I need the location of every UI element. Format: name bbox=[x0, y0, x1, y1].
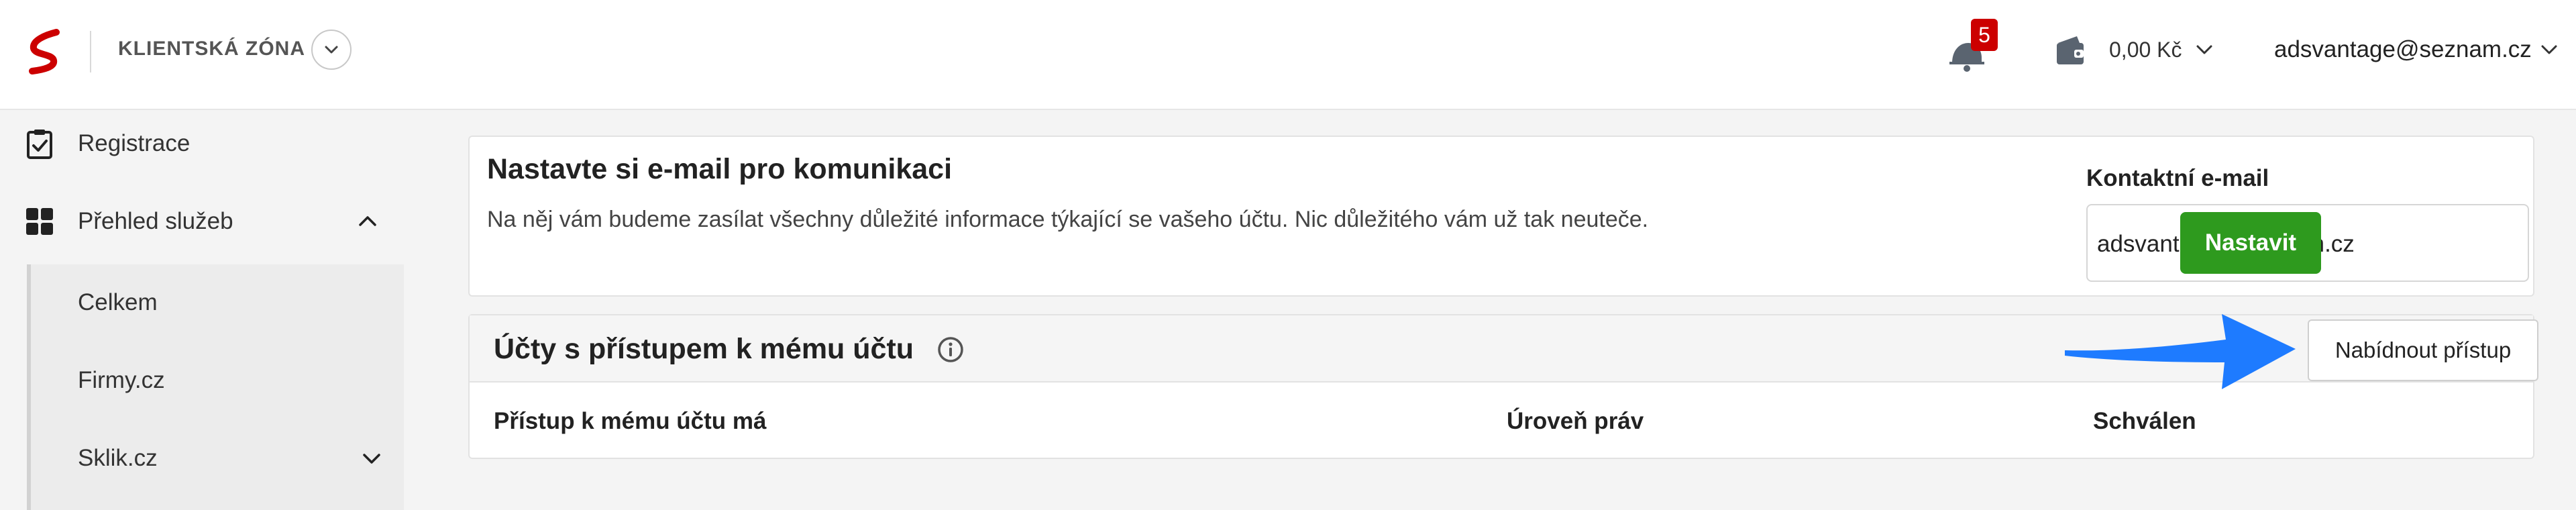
contact-email-label: Kontaktní e-mail bbox=[2086, 165, 2269, 191]
info-icon[interactable] bbox=[936, 336, 965, 364]
account-balance[interactable]: 0,00 Kč bbox=[2109, 38, 2182, 62]
seznam-logo-icon[interactable] bbox=[25, 28, 66, 75]
chevron-down-icon[interactable] bbox=[2538, 39, 2560, 60]
chevron-up-icon[interactable] bbox=[356, 209, 380, 234]
chevron-down-icon bbox=[325, 46, 338, 54]
submenu-item-label: Sklik.cz bbox=[78, 445, 158, 471]
chevron-down-icon[interactable] bbox=[360, 446, 384, 470]
submenu-item-firmy[interactable]: Firmy.cz bbox=[31, 344, 404, 417]
user-account-menu[interactable]: adsvantage@seznam.cz bbox=[2274, 36, 2532, 63]
sidebar-item-prehled-sluzeb[interactable]: Přehled služeb bbox=[0, 188, 416, 255]
wallet-icon[interactable] bbox=[2054, 34, 2088, 67]
set-email-button[interactable]: Nastavit bbox=[2180, 212, 2321, 274]
submenu-item-label: Firmy.cz bbox=[78, 367, 165, 393]
zone-title: KLIENTSKÁ ZÓNA bbox=[118, 38, 305, 60]
offer-access-button[interactable]: Nabídnout přístup bbox=[2308, 319, 2538, 381]
column-header-rights: Úroveň práv bbox=[1507, 408, 1644, 434]
sidebar-item-label: Registrace bbox=[78, 130, 191, 156]
email-settings-card: Nastavte si e-mail pro komunikaci Na něj… bbox=[468, 136, 2534, 297]
sidebar-item-label: Přehled služeb bbox=[78, 208, 233, 234]
chevron-down-icon[interactable] bbox=[2194, 39, 2215, 60]
email-card-title: Nastavte si e-mail pro komunikaci bbox=[487, 153, 953, 185]
submenu-item-sklik[interactable]: Sklik.cz bbox=[31, 421, 404, 495]
sidebar: Registrace Přehled služeb Celkem Firmy.c… bbox=[0, 110, 416, 510]
sidebar-item-registrace[interactable]: Registrace bbox=[0, 110, 416, 177]
access-card-title: Účty s přístupem k mému účtu bbox=[494, 333, 914, 365]
column-header-approved: Schválen bbox=[2093, 408, 2196, 434]
email-card-description: Na něj vám budeme zasílat všechny důleži… bbox=[487, 207, 1649, 232]
submenu-item-label: Celkem bbox=[78, 289, 158, 315]
grid-icon bbox=[26, 208, 53, 235]
logo-divider bbox=[90, 31, 91, 72]
column-header-access: Přístup k mému účtu má bbox=[494, 408, 767, 434]
annotation-arrow-icon bbox=[2065, 314, 2296, 389]
notification-count-badge: 5 bbox=[1971, 19, 1998, 51]
services-submenu: Celkem Firmy.cz Sklik.cz bbox=[27, 264, 404, 510]
clipboard-check-icon bbox=[27, 130, 52, 159]
top-header: KLIENTSKÁ ZÓNA 5 0,00 Kč adsvantage@sezn… bbox=[0, 0, 2576, 110]
zone-toggle-button[interactable] bbox=[311, 30, 352, 70]
submenu-item-celkem[interactable]: Celkem bbox=[31, 266, 404, 340]
